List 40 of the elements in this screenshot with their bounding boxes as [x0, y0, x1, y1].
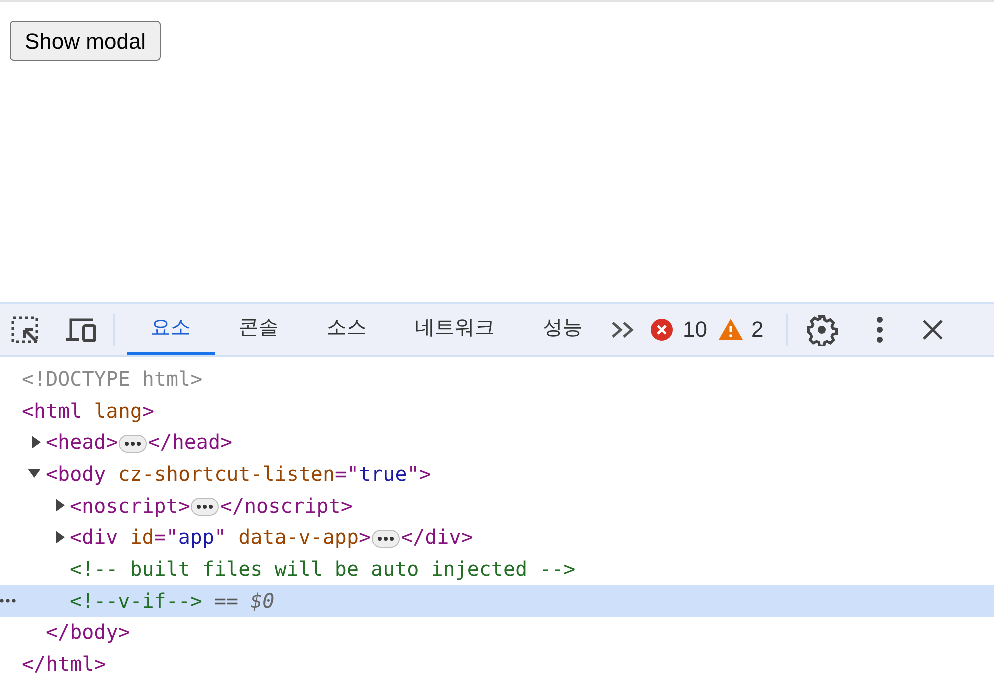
- closing-tag-text: </body>: [46, 619, 130, 646]
- devtools-tab[interactable]: 소스: [303, 304, 391, 355]
- show-modal-button[interactable]: Show modal: [10, 21, 162, 61]
- close-icon[interactable]: [922, 318, 944, 340]
- collapse-triangle-icon[interactable]: [28, 468, 41, 480]
- closing-tag-text: </html>: [22, 651, 106, 678]
- expand-triangle-icon[interactable]: [31, 436, 42, 449]
- expand-triangle-icon[interactable]: [55, 499, 66, 512]
- dots-icon: [0, 598, 18, 603]
- devtools-tab[interactable]: 콘솔: [215, 304, 303, 355]
- element-picker-icon[interactable]: [11, 316, 41, 344]
- error-icon: [651, 318, 673, 340]
- error-count[interactable]: 10: [683, 313, 708, 346]
- dom-node-row[interactable]: <body cz-shortcut-listen="true">: [0, 458, 994, 490]
- expand-triangle-icon[interactable]: [55, 530, 66, 544]
- dom-node-row[interactable]: <noscript> </noscript>: [0, 490, 994, 522]
- dom-node-text: <noscript> </noscript>: [70, 492, 353, 520]
- ellipsis-icon[interactable]: [119, 434, 148, 453]
- dom-node-row[interactable]: <!--v-if--> == $0: [0, 584, 994, 616]
- dom-node-text: <html lang>: [22, 398, 154, 425]
- dom-node-row[interactable]: <div id="app" data-v-app> </div>: [0, 521, 994, 554]
- dom-node-row[interactable]: <html lang>: [0, 394, 994, 426]
- ellipsis-icon[interactable]: [191, 498, 220, 516]
- dom-node-text: <!--v-if--> == $0: [70, 588, 275, 615]
- device-toggle-icon[interactable]: [65, 316, 97, 342]
- more-options-icon[interactable]: [876, 316, 884, 342]
- devtools-tab[interactable]: 네트워크: [391, 304, 519, 355]
- warning-count[interactable]: 2: [751, 313, 764, 346]
- dom-node-text: <!-- built files will be auto injected -->: [70, 556, 576, 583]
- dom-node-text: <!DOCTYPE html>: [22, 366, 203, 393]
- dom-node-text: <div id="app" data-v-app> </div>: [70, 524, 474, 552]
- dom-node-text: <body cz-shortcut-listen="true">: [46, 460, 432, 488]
- devtools-tab[interactable]: 성능: [519, 304, 607, 355]
- settings-icon[interactable]: [806, 314, 838, 346]
- dom-node-text: <head> </head>: [46, 429, 233, 456]
- dom-node-row[interactable]: <!-- built files will be auto injected -->: [0, 553, 994, 585]
- devtools-tab[interactable]: 요소: [127, 304, 215, 355]
- warning-icon: [719, 319, 744, 340]
- dom-node-row[interactable]: <head> </head>: [0, 426, 994, 458]
- ellipsis-icon[interactable]: [372, 530, 400, 548]
